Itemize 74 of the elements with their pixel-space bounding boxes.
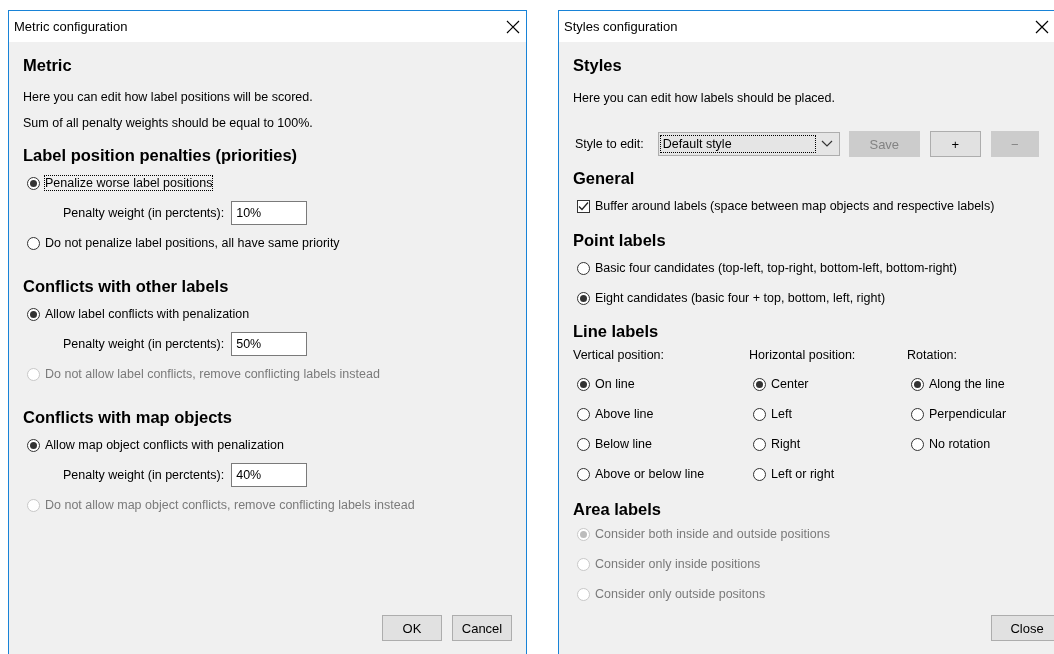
radio-button[interactable]: [27, 176, 40, 190]
section-heading: Area labels: [573, 500, 663, 519]
section-heading: Point labels: [573, 231, 667, 250]
column-heading: Rotation:: [907, 347, 959, 364]
description-text: Here you can edit how label positions will be scored.: [23, 89, 314, 106]
close-icon[interactable]: [506, 19, 520, 34]
radio-button[interactable]: [27, 438, 40, 452]
option-label: Do not allow map object conflicts, remove conflicting labels instead: [45, 498, 415, 512]
radio-button[interactable]: [911, 407, 924, 421]
option-label: Do not penalize label positions, all have same priority: [45, 236, 340, 250]
option-label: Perpendicular: [929, 407, 1007, 421]
field-label: Style to edit:: [575, 137, 644, 151]
option-label: Right: [771, 437, 801, 451]
window-title: Metric configuration: [14, 19, 128, 34]
option-label: Above or below line: [595, 467, 705, 481]
option-label: Consider only outside positons: [595, 587, 766, 601]
radio-button[interactable]: [753, 407, 766, 421]
section-heading: Line labels: [573, 322, 660, 341]
section-heading: Label position penalties (priorities): [23, 146, 299, 165]
checkbox[interactable]: [577, 199, 590, 213]
option-label: Penalize worse label positions: [45, 176, 213, 190]
dialog-button[interactable]: Cancel: [452, 615, 512, 641]
option-label: Do not allow label conflicts, remove conflicting labels instead: [45, 367, 380, 381]
option-label: Basic four candidates (top-left, top-right, bottom-left, bottom-right): [595, 261, 957, 275]
option-label: Consider only inside positions: [595, 557, 761, 571]
field-label: Penalty weight (in perctents):: [63, 206, 225, 220]
section-heading: Conflicts with map objects: [23, 408, 234, 427]
dialog-button[interactable]: Close: [991, 615, 1054, 641]
radio-button[interactable]: [911, 377, 924, 391]
chevron-down-icon: [820, 140, 833, 148]
radio-button[interactable]: [753, 377, 766, 391]
option-label: Along the line: [929, 377, 1005, 391]
option-label: No rotation: [929, 437, 991, 451]
penalty-weight-field[interactable]: 40%: [231, 463, 308, 487]
section-heading: General: [573, 169, 636, 188]
radio-button[interactable]: [577, 261, 590, 275]
option-label: Left or right: [771, 467, 835, 481]
section-heading: Metric: [23, 56, 73, 75]
column-heading: Horizontal position:: [749, 347, 857, 364]
option-label: Center: [771, 377, 809, 391]
description-text: Here you can edit how labels should be placed.: [573, 90, 836, 107]
radio-button[interactable]: [27, 236, 40, 250]
check-icon: [578, 200, 589, 212]
option-label: Below line: [595, 437, 652, 451]
section-heading: Conflicts with other labels: [23, 277, 230, 296]
radio-button[interactable]: [577, 467, 590, 481]
radio-button[interactable]: [577, 407, 590, 421]
radio-button[interactable]: [753, 437, 766, 451]
window-title: Styles configuration: [564, 19, 678, 34]
radio-button[interactable]: [577, 377, 590, 391]
dialog-button[interactable]: OK: [382, 615, 442, 641]
toolbar-button[interactable]: +: [929, 131, 981, 157]
radio-button[interactable]: [911, 437, 924, 451]
radio-button[interactable]: [577, 437, 590, 451]
option-label: Left: [771, 407, 792, 421]
field-label: Penalty weight (in perctents):: [63, 337, 225, 351]
penalty-weight-field[interactable]: 50%: [231, 332, 308, 356]
penalty-weight-field[interactable]: 10%: [231, 201, 308, 225]
radio-button[interactable]: [577, 291, 590, 305]
option-label: Above line: [595, 407, 654, 421]
column-heading: Vertical position:: [573, 347, 666, 364]
style-dropdown[interactable]: Default style: [657, 132, 840, 156]
field-label: Penalty weight (in perctents):: [63, 468, 225, 482]
option-label: Eight candidates (basic four + top, bottom, left, right): [595, 291, 886, 305]
option-label: Allow map object conflicts with penalization: [45, 438, 284, 452]
description-text: Sum of all penalty weights should be equal to 100%.: [23, 115, 314, 132]
option-label: Allow label conflicts with penalization: [45, 307, 250, 321]
section-heading: Styles: [573, 56, 623, 75]
option-label: On line: [595, 377, 635, 391]
close-icon[interactable]: [1035, 19, 1049, 34]
radio-button[interactable]: [27, 307, 40, 321]
option-label: Consider both inside and outside positions: [595, 527, 830, 541]
option-label: Buffer around labels (space between map objects and respective labels): [595, 199, 995, 213]
radio-button[interactable]: [753, 467, 766, 481]
